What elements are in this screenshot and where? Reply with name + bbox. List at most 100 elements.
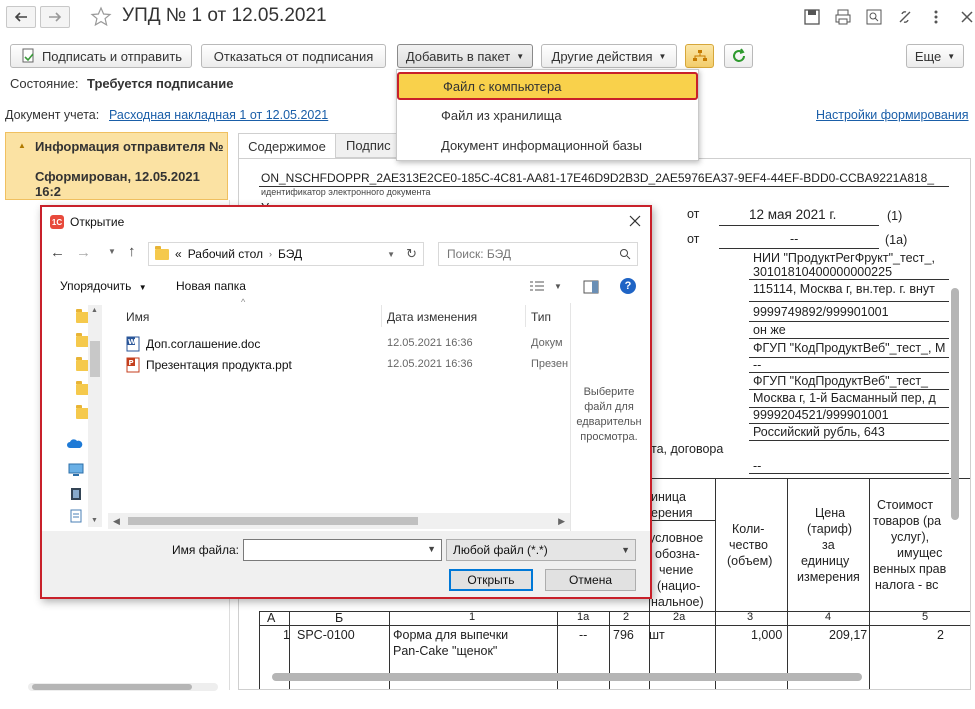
- view-options-chevron-icon[interactable]: ▼: [554, 282, 562, 291]
- document-vertical-scrollbar[interactable]: [950, 188, 960, 658]
- add-to-package-button[interactable]: Добавить в пакет ▼: [397, 44, 533, 68]
- favorite-star-button[interactable]: [90, 6, 112, 31]
- dialog-address-bar[interactable]: « Рабочий стол › БЭД ▼ ↻: [148, 242, 424, 266]
- more-button[interactable]: Еще ▼: [906, 44, 964, 68]
- hdr-price-1: (тариф): [807, 522, 853, 536]
- dialog-forward-icon[interactable]: →: [76, 244, 91, 261]
- dialog-recent-chevron-icon[interactable]: ▼: [108, 247, 116, 256]
- save-icon[interactable]: [803, 8, 821, 26]
- other-actions-button[interactable]: Другие действия ▼: [541, 44, 677, 68]
- file-list-horizontal-scrollbar[interactable]: ◀ ▶: [108, 513, 570, 529]
- account-doc-link[interactable]: Расходная накладная 1 от 12.05.2021: [109, 108, 328, 122]
- video-folder-icon[interactable]: [70, 487, 82, 501]
- hdr-unit-sub-0: условное: [649, 531, 704, 545]
- organize-label: Упорядочить: [60, 279, 132, 293]
- powerpoint-icon: P: [126, 357, 140, 373]
- back-button[interactable]: [6, 6, 36, 28]
- menu-item-infobase-document-label: Документ информационной базы: [441, 138, 642, 153]
- hdr-unit-sub-4: нальное): [651, 595, 704, 609]
- address-prefix: «: [175, 247, 182, 261]
- other-actions-label: Другие действия: [551, 48, 653, 64]
- refresh-button[interactable]: [724, 44, 753, 68]
- onedrive-cloud-icon[interactable]: [66, 437, 84, 449]
- preview-search-icon[interactable]: [865, 8, 883, 26]
- sender-info-title: Информация отправителя №: [35, 139, 224, 154]
- sender-info-panel[interactable]: ▲ Информация отправителя № Сформирован, …: [5, 132, 228, 200]
- more-vertical-icon[interactable]: [927, 8, 945, 26]
- tab-signatures[interactable]: Подпис: [336, 133, 398, 158]
- open-button[interactable]: Открыть: [449, 569, 533, 591]
- file-type-1: Презен: [531, 358, 569, 370]
- hdr-qty-0: Коли-: [732, 522, 765, 536]
- file-row-1[interactable]: P Презентация продукта.ppt 12.05.2021 16…: [126, 356, 570, 374]
- refuse-sign-button[interactable]: Отказаться от подписания: [201, 44, 386, 68]
- row-dash: --: [579, 628, 588, 642]
- address-bed[interactable]: БЭД: [278, 247, 302, 261]
- preview-text-1: файл для: [584, 401, 634, 413]
- col-num-4: 2: [623, 611, 630, 623]
- address-refresh-icon[interactable]: ↻: [406, 246, 417, 262]
- preview-pane-icon[interactable]: [583, 280, 599, 294]
- close-icon[interactable]: [958, 8, 975, 26]
- settings-link[interactable]: Настройки формирования: [816, 108, 969, 122]
- cancel-button[interactable]: Отмена: [545, 569, 636, 591]
- row-code: SPC-0100: [297, 628, 355, 642]
- dialog-search-input[interactable]: Поиск: БЭД: [438, 242, 638, 266]
- structure-button[interactable]: [685, 44, 714, 68]
- menu-item-file-from-computer[interactable]: Файл с компьютера: [397, 72, 698, 100]
- cancel-button-label: Отмена: [568, 573, 613, 587]
- menu-item-file-from-storage[interactable]: Файл из хранилища: [397, 101, 698, 130]
- sort-arrow-icon: ^: [241, 297, 246, 307]
- filetype-select[interactable]: Любой файл (*.*) ▼: [446, 539, 636, 561]
- field-10: Российский рубль, 643: [753, 425, 885, 439]
- hdr-unit-0: иница: [651, 490, 686, 504]
- documents-folder-icon[interactable]: [70, 509, 82, 523]
- print-icon[interactable]: [834, 8, 852, 26]
- address-desktop[interactable]: Рабочий стол: [188, 247, 263, 261]
- open-button-label: Открыть: [467, 573, 515, 587]
- view-options-icon[interactable]: [529, 280, 545, 294]
- sign-and-send-button[interactable]: Подписать и отправить: [10, 44, 192, 68]
- filename-input[interactable]: ▼: [243, 539, 442, 561]
- field-8: Москва г, 1-й Басманный пер, д: [753, 391, 936, 405]
- file-type-0: Докум: [531, 337, 563, 349]
- tab-content[interactable]: Содержимое: [238, 133, 336, 159]
- field-9: 9999204521/999901001: [753, 408, 889, 422]
- organize-button[interactable]: Упорядочить ▼: [60, 279, 147, 293]
- nav-pane-scrollbar[interactable]: ▲ ▼: [88, 305, 102, 527]
- row-price: 209,17: [829, 628, 868, 642]
- search-icon: [620, 249, 631, 260]
- chevron-down-icon: ▼: [658, 51, 667, 61]
- document-sign-icon: [22, 48, 34, 63]
- document-horizontal-scrollbar[interactable]: [258, 672, 948, 682]
- file-row-0[interactable]: W Доп.соглашение.doc 12.05.2021 16:36 До…: [126, 335, 570, 353]
- filename-dropdown-icon[interactable]: ▼: [427, 544, 436, 554]
- col-num-1: Б: [335, 611, 344, 625]
- help-icon[interactable]: ?: [620, 278, 636, 294]
- triangle-up-icon: ▲: [18, 141, 26, 150]
- hdr-cost-4: венных прав: [873, 562, 947, 576]
- hdr-price-0: Цена: [815, 506, 846, 520]
- column-type[interactable]: Тип: [531, 310, 551, 324]
- dialog-search-placeholder: Поиск: БЭД: [447, 247, 512, 261]
- new-folder-button[interactable]: Новая папка: [176, 279, 246, 293]
- chevron-down-icon: ▼: [138, 283, 147, 292]
- contract-dash: --: [753, 459, 762, 473]
- doc-id-caption: идентификатор электронного документа: [261, 187, 431, 197]
- dialog-back-icon[interactable]: ←: [50, 244, 65, 261]
- column-name[interactable]: Имя: [126, 310, 149, 324]
- address-dropdown-icon[interactable]: ▼: [387, 250, 395, 259]
- dialog-close-icon[interactable]: [629, 215, 641, 227]
- field-5: ФГУП "КодПродуктВеб"_тест_, М: [753, 341, 946, 355]
- forward-button[interactable]: [40, 6, 70, 28]
- field-3: 9999749892/999901001: [753, 305, 889, 319]
- column-date[interactable]: Дата изменения: [387, 310, 477, 324]
- word-doc-icon: W: [126, 336, 140, 352]
- hdr-cost-0: Стоимост: [877, 498, 934, 512]
- menu-item-infobase-document[interactable]: Документ информационной базы: [397, 131, 698, 160]
- link-icon[interactable]: [896, 8, 914, 26]
- dialog-navigation-pane: ▲ ▼: [42, 303, 106, 531]
- left-horizontal-scrollbar[interactable]: [28, 683, 218, 691]
- dialog-up-icon[interactable]: ↑: [128, 243, 136, 260]
- computer-icon[interactable]: [68, 463, 84, 477]
